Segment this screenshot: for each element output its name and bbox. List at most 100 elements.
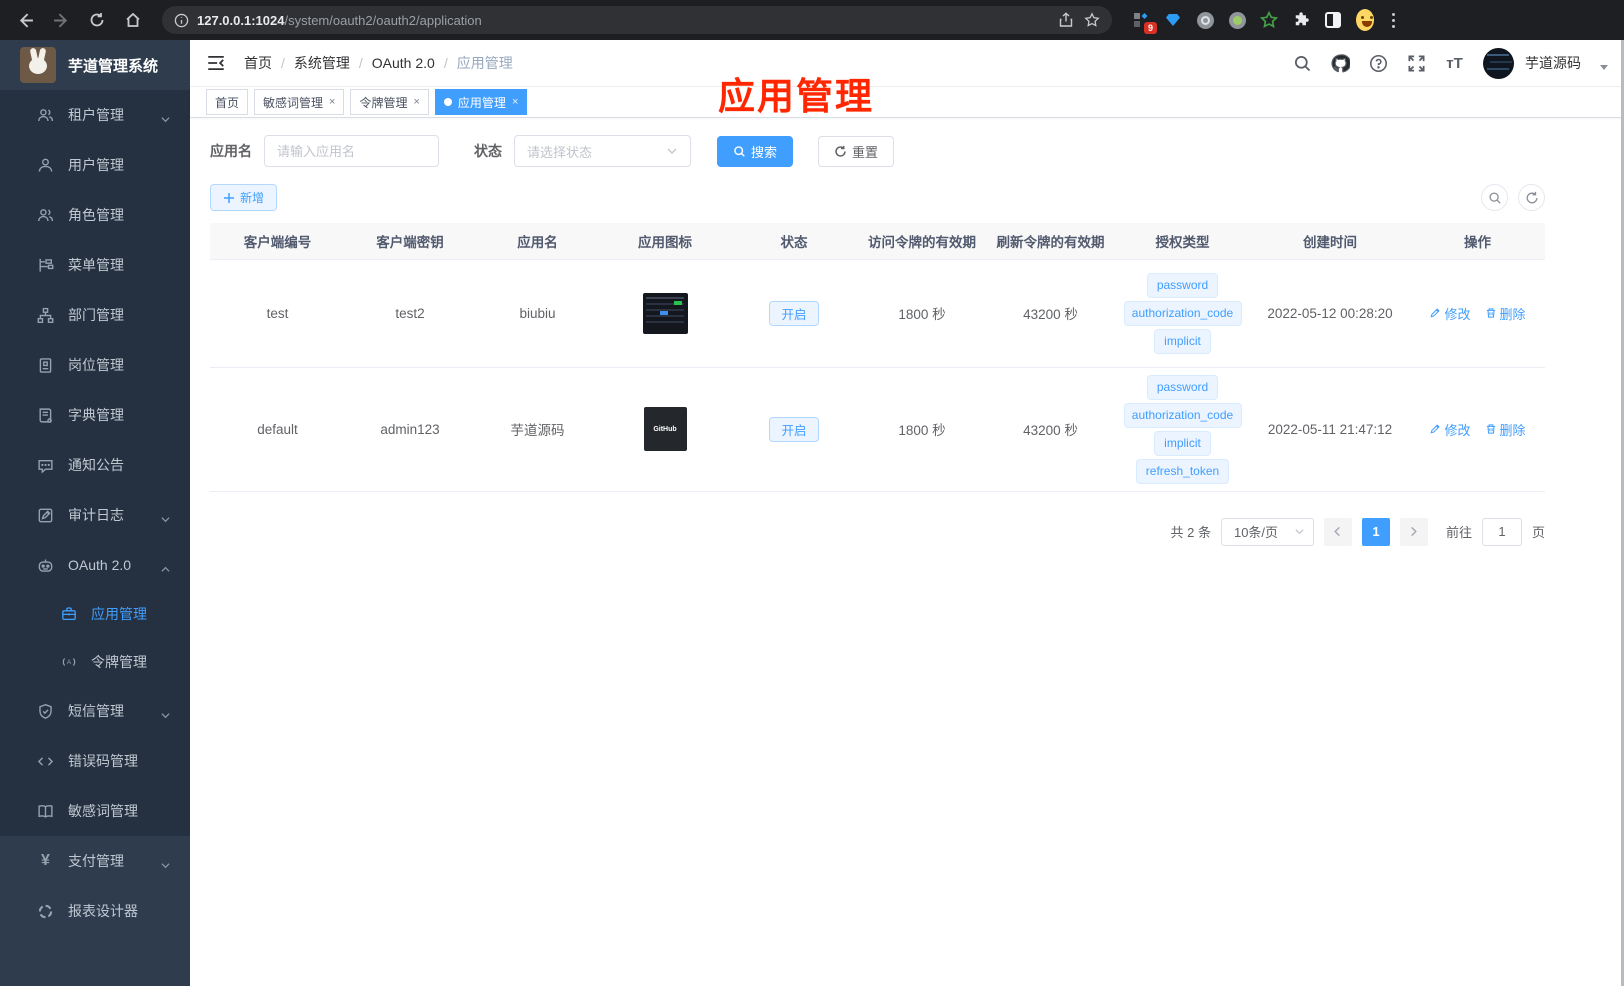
active-dot: [443, 98, 452, 106]
tab-sensitive-word[interactable]: 敏感词管理 ×: [254, 89, 345, 115]
browser-profile-avatar[interactable]: [1356, 9, 1374, 31]
tab-application[interactable]: 应用管理 ×: [434, 89, 528, 115]
browser-toolbar: 127.0.0.1:1024/system/oauth2/oauth2/appl…: [0, 0, 1624, 40]
address-bar[interactable]: 127.0.0.1:1024/system/oauth2/oauth2/appl…: [162, 6, 1112, 34]
edit-log-icon: [37, 507, 54, 524]
sidebar-item-post[interactable]: 岗位管理: [0, 340, 190, 390]
prev-page-button[interactable]: [1323, 517, 1352, 546]
grant-tag: implicit: [1154, 430, 1211, 456]
edit-link[interactable]: 修改: [1429, 304, 1471, 323]
yen-icon: ¥: [41, 852, 50, 869]
extension-gem-icon[interactable]: [1164, 11, 1182, 29]
sidebar-item-menu[interactable]: 菜单管理: [0, 240, 190, 290]
badge-icon: [37, 357, 54, 374]
extension-record-icon[interactable]: [1228, 11, 1246, 29]
toggle-search-button[interactable]: [1481, 184, 1508, 211]
sidebar-item-sensitive-word[interactable]: 敏感词管理: [0, 786, 190, 836]
total-count: 共 2 条: [1170, 525, 1211, 540]
status-badge: 开启: [769, 416, 819, 442]
close-icon[interactable]: ×: [512, 96, 518, 108]
col-grant-types: 授权类型: [1115, 223, 1250, 260]
org-chart-icon: [37, 307, 54, 324]
sidebar-item-tenant[interactable]: 租户管理: [0, 90, 190, 140]
name-filter-input[interactable]: [264, 135, 439, 167]
sidebar-item-oauth-application[interactable]: 应用管理: [0, 590, 190, 638]
sidebar-item-report-designer[interactable]: 报表设计器: [0, 886, 190, 936]
sidebar-item-role[interactable]: 角色管理: [0, 190, 190, 240]
share-icon[interactable]: [1058, 12, 1074, 28]
close-icon[interactable]: ×: [329, 96, 335, 108]
sidebar-item-sms[interactable]: 短信管理: [0, 686, 190, 736]
url-text: 127.0.0.1:1024/system/oauth2/oauth2/appl…: [197, 12, 482, 28]
app-title: 芋道管理系统: [68, 57, 159, 75]
close-icon[interactable]: ×: [413, 96, 419, 108]
breadcrumb-system[interactable]: 系统管理: [294, 53, 350, 73]
open-book-icon: [37, 803, 54, 820]
user-menu-caret-icon[interactable]: [1600, 64, 1608, 70]
sidebar-item-oauth[interactable]: OAuth 2.0: [0, 540, 190, 590]
next-page-button[interactable]: [1399, 517, 1428, 546]
browser-forward-icon[interactable]: [46, 5, 76, 35]
app-logo[interactable]: 芋道管理系统: [0, 40, 190, 90]
tags-view-bar: 首页 敏感词管理 × 令牌管理 × 应用管理 ×: [190, 87, 1624, 118]
extensions-puzzle-icon[interactable]: [1292, 11, 1310, 29]
page-number-button[interactable]: 1: [1361, 517, 1390, 546]
edit-link[interactable]: 修改: [1429, 420, 1471, 439]
sidebar-item-errcode[interactable]: 错误码管理: [0, 736, 190, 786]
cell-name: biubiu: [475, 259, 600, 368]
help-icon[interactable]: [1369, 54, 1388, 73]
sidebar-item-user[interactable]: 用户管理: [0, 140, 190, 190]
add-button[interactable]: 新增: [210, 184, 278, 211]
browser-reload-icon[interactable]: [82, 5, 112, 35]
refresh-table-button[interactable]: [1518, 184, 1545, 211]
sidebar-item-pay[interactable]: ¥ 支付管理: [0, 836, 190, 886]
edit-icon: [1430, 424, 1441, 434]
sidebar-item-notice[interactable]: 通知公告: [0, 440, 190, 490]
breadcrumb: 首页 / 系统管理 / OAuth 2.0 / 应用管理: [244, 53, 513, 73]
extension-star-icon[interactable]: [1260, 11, 1278, 29]
font-size-icon[interactable]: ᴛT: [1445, 54, 1464, 73]
delete-link[interactable]: 删除: [1485, 420, 1526, 439]
tab-home[interactable]: 首页: [206, 89, 249, 115]
fullscreen-icon[interactable]: [1407, 54, 1426, 73]
browser-home-icon[interactable]: [118, 5, 148, 35]
sidebar-fold-icon[interactable]: [206, 53, 226, 73]
chat-bubble-icon: [37, 457, 54, 474]
browser-back-icon[interactable]: [10, 5, 40, 35]
tree-list-icon: [37, 257, 54, 274]
github-icon[interactable]: [1331, 53, 1350, 73]
status-filter-select[interactable]: 请选择状态: [514, 135, 691, 167]
sidebar-item-dept[interactable]: 部门管理: [0, 290, 190, 340]
bookmark-star-icon[interactable]: [1084, 12, 1100, 28]
site-info-icon[interactable]: [174, 13, 189, 28]
chevron-down-icon: [1295, 529, 1304, 535]
col-access-ttl: 访问令牌的有效期: [858, 223, 986, 260]
sidebar-item-label: 审计日志: [68, 507, 124, 523]
reset-button[interactable]: 重置: [818, 135, 895, 167]
user-avatar[interactable]: [1483, 47, 1514, 79]
annotation-overlay-text: 应用管理: [718, 76, 874, 117]
search-button[interactable]: 搜索: [717, 135, 794, 167]
sidebar-item-oauth-token[interactable]: A 令牌管理: [0, 638, 190, 686]
delete-link[interactable]: 删除: [1485, 304, 1526, 323]
chevron-down-icon: [667, 148, 677, 154]
sidebar-item-label: 敏感词管理: [68, 803, 138, 819]
browser-menu-icon[interactable]: [1388, 12, 1399, 28]
extension-blocks-icon[interactable]: 9: [1132, 11, 1157, 34]
sidebar-item-audit-log[interactable]: 审计日志: [0, 490, 190, 540]
goto-page-input[interactable]: [1481, 517, 1522, 546]
extension-contrast-icon[interactable]: [1324, 11, 1342, 29]
sidebar-menu-bottom: ¥ 支付管理 报表设计器: [0, 836, 190, 936]
cell-secret: admin123: [345, 367, 475, 492]
extension-aperture-icon[interactable]: [1196, 11, 1214, 29]
chevron-down-icon: [161, 111, 170, 122]
table-header-row: 客户端编号 客户端密钥 应用名 应用图标 状态 访问令牌的有效期 刷新令牌的有效…: [210, 223, 1545, 260]
sidebar-item-dict[interactable]: 字典管理: [0, 390, 190, 440]
breadcrumb-home[interactable]: 首页: [244, 53, 272, 73]
search-icon[interactable]: [1293, 54, 1312, 73]
tab-token[interactable]: 令牌管理 ×: [350, 89, 429, 115]
page-size-select[interactable]: 10条/页: [1220, 517, 1314, 546]
username[interactable]: 芋道源码: [1525, 53, 1581, 73]
col-name: 应用名: [475, 223, 600, 260]
breadcrumb-oauth[interactable]: OAuth 2.0: [372, 55, 435, 71]
